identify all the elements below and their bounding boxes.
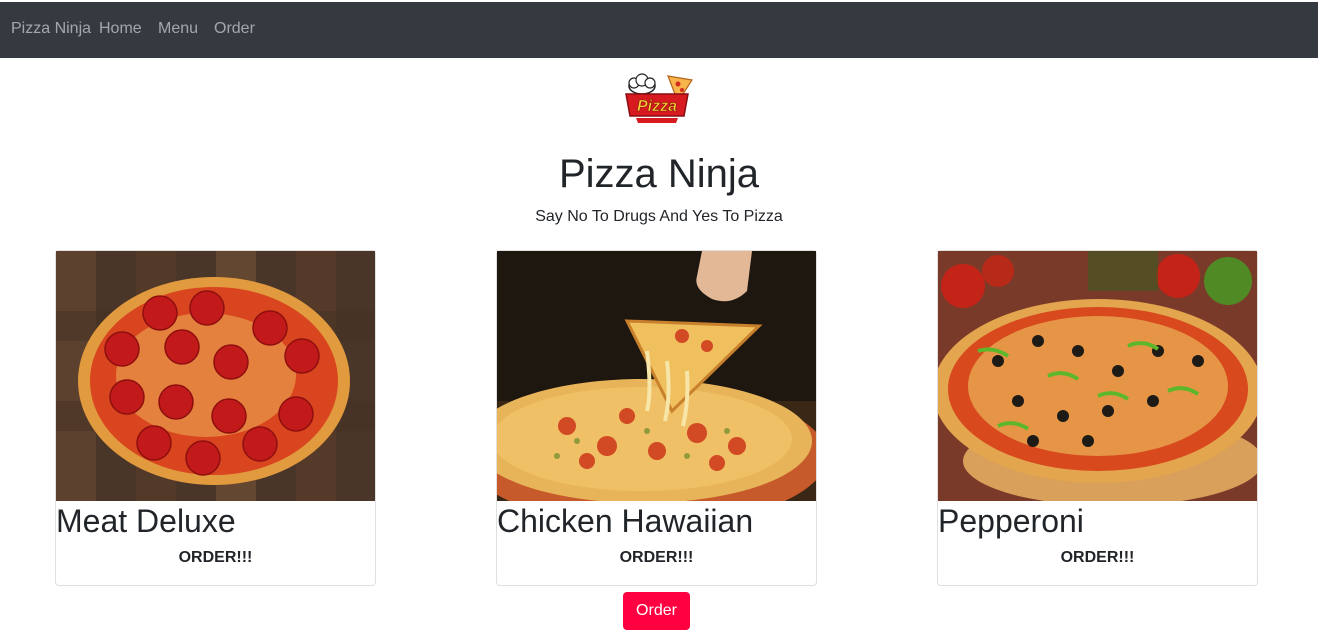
pizza-card-order-link[interactable]: ORDER!!! bbox=[938, 549, 1257, 567]
pizza-card: Pepperoni ORDER!!! bbox=[937, 250, 1258, 586]
page-tagline: Say No To Drugs And Yes To Pizza bbox=[535, 208, 783, 225]
page-title: Pizza Ninja bbox=[558, 152, 760, 196]
nav-link-order[interactable]: Order bbox=[214, 20, 255, 38]
svg-text:Pizza: Pizza bbox=[637, 98, 677, 115]
pizza-card: Meat Deluxe ORDER!!! bbox=[55, 250, 376, 586]
navbar-brand[interactable]: Pizza Ninja bbox=[11, 20, 91, 38]
pizza-card: Chicken Hawaiian ORDER!!! bbox=[496, 250, 817, 586]
pizza-card-title: Pepperoni bbox=[938, 503, 1084, 539]
nav-link-menu[interactable]: Menu bbox=[158, 20, 198, 38]
pizza-card-image bbox=[56, 251, 375, 501]
pizza-logo: Pizza bbox=[616, 68, 702, 134]
nav-link-home[interactable]: Home bbox=[99, 20, 142, 38]
pizza-card-image bbox=[497, 251, 816, 501]
pizza-card-title: Meat Deluxe bbox=[56, 503, 236, 539]
navbar: Pizza Ninja Home Menu Order bbox=[0, 2, 1318, 58]
pizza-card-title: Chicken Hawaiian bbox=[497, 503, 754, 539]
pizza-card-order-link[interactable]: ORDER!!! bbox=[56, 549, 375, 567]
pizza-card-image bbox=[938, 251, 1257, 501]
order-button[interactable]: Order bbox=[623, 592, 690, 630]
pizza-card-order-link[interactable]: ORDER!!! bbox=[497, 549, 816, 567]
